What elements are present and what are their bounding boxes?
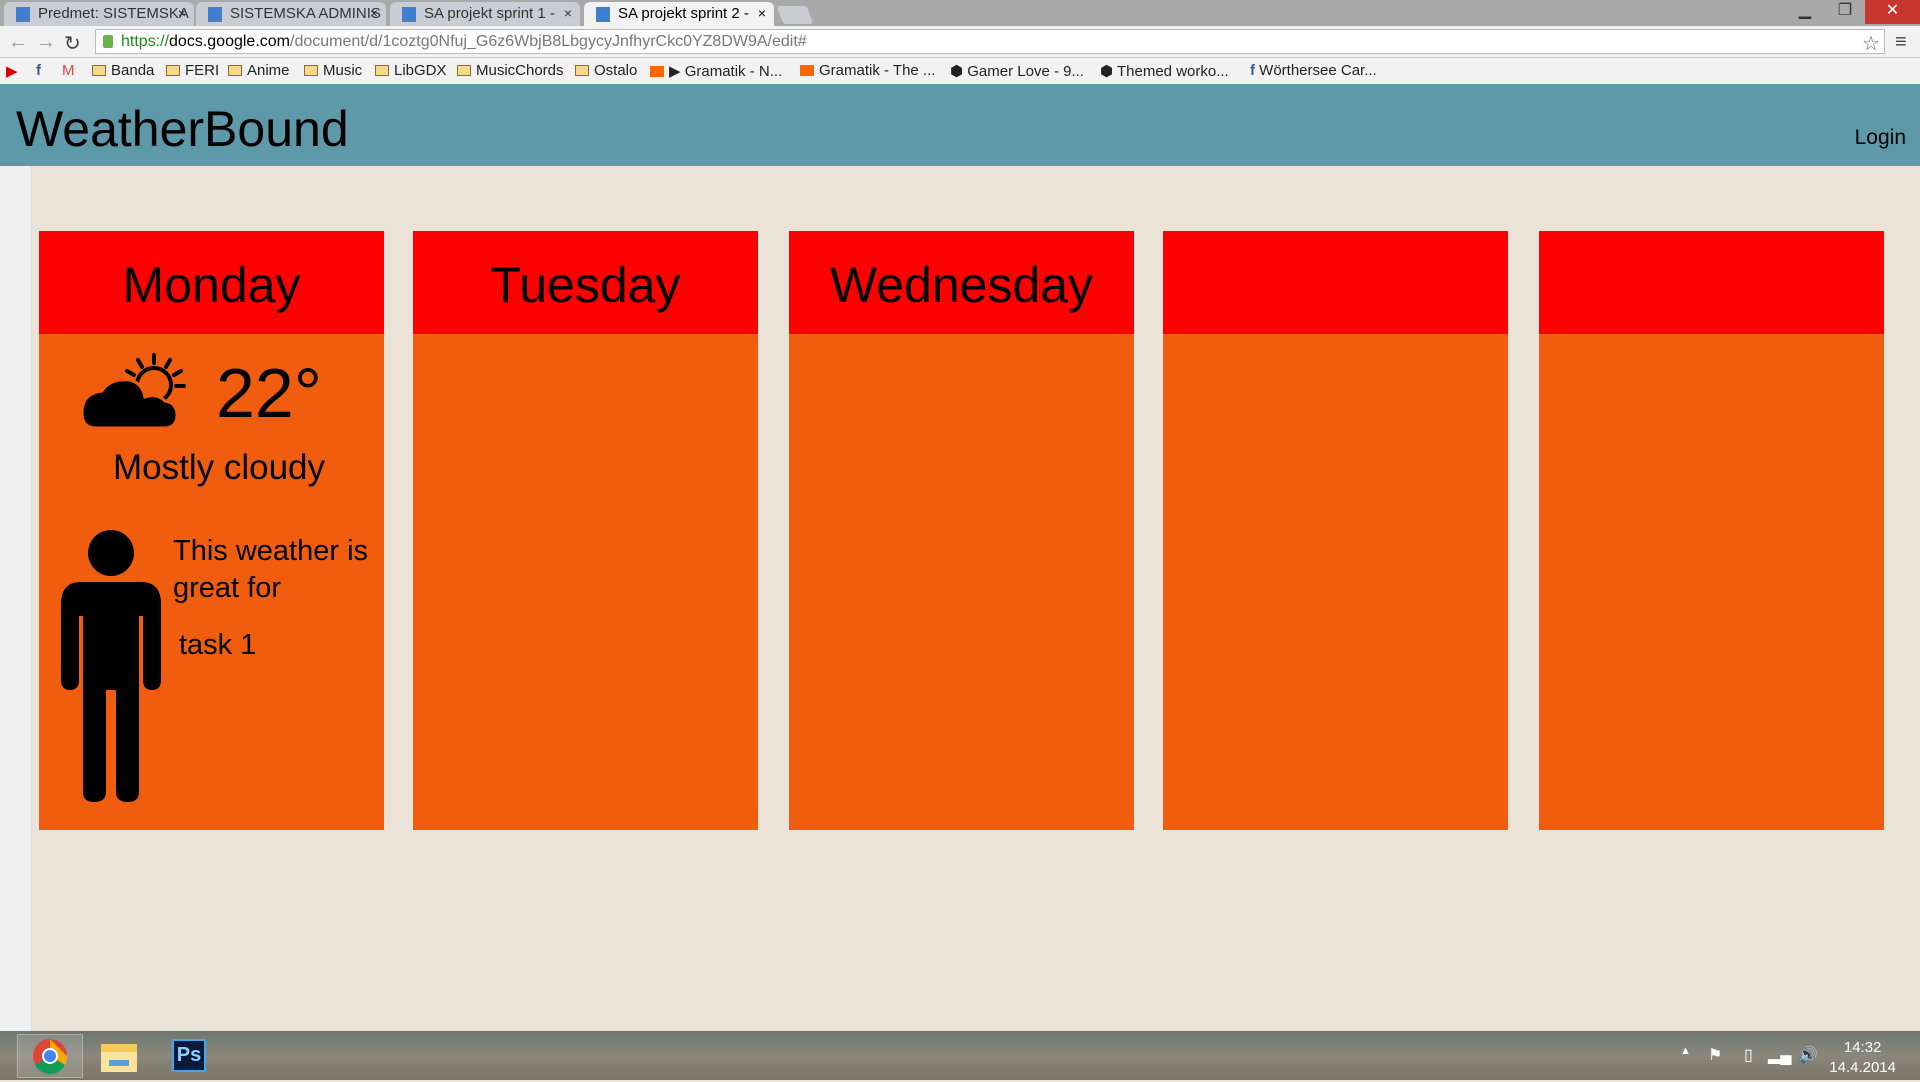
folder-icon [575,65,589,76]
reload-icon[interactable]: ↻ [64,31,81,56]
day-header: Wednesday [789,231,1134,334]
site-icon [208,7,222,22]
minimize-button[interactable]: ▁ [1785,0,1825,24]
new-tab-button[interactable] [776,6,814,24]
day-card-monday[interactable]: Monday 22° Mostly cloudy This weather is… [39,231,384,830]
docs-icon [596,7,610,22]
close-tab-icon[interactable]: × [564,5,572,21]
photoshop-icon: Ps [172,1039,206,1072]
folder-icon [375,65,389,76]
day-header: Monday [39,231,384,334]
bookmark[interactable]: LibGDX [375,62,447,79]
bookmark[interactable]: Ostalo [575,62,637,79]
docs-icon [402,7,416,22]
close-tab-icon[interactable]: × [178,5,186,21]
bookmark-icon: ⬢ [1100,63,1117,80]
restore-button[interactable]: ❐ [1825,0,1865,24]
youtube-icon[interactable]: ▶ [6,62,18,80]
bookmark[interactable]: MusicChords [457,62,564,79]
bookmarks-bar: ▶ f M Banda FERI Anime Music LibGDX Musi… [0,58,1920,84]
bookmark-icon: ⬢ [950,63,968,80]
day-header [1163,231,1508,334]
chrome-taskbar-button[interactable] [17,1034,83,1078]
flag-icon[interactable]: ⚑ [1708,1045,1722,1065]
battery-icon[interactable]: ▯ [1744,1045,1753,1065]
forward-icon[interactable]: → [36,31,56,54]
chrome-icon [33,1039,68,1074]
file-explorer-taskbar-button[interactable] [87,1034,153,1078]
site-icon [16,7,30,22]
app-title[interactable]: WeatherBound [16,100,349,158]
url-input[interactable]: https://docs.google.com/document/d/1cozt… [95,29,1885,54]
soundcloud-icon [800,65,814,76]
condition-text: Mostly cloudy [112,448,326,487]
signal-icon[interactable]: ▂▄ [1768,1045,1792,1065]
address-bar-row: ← → ↻ https://docs.google.com/document/d… [0,26,1920,58]
browser-tab[interactable]: SISTEMSKA ADMINIS × [196,2,386,26]
facebook-icon: f [1250,62,1260,79]
bookmark[interactable]: Music [304,62,362,79]
activity-tip: This weather is great for [173,535,369,604]
facebook-icon[interactable]: f [36,62,41,79]
left-gutter [0,166,32,1031]
bookmark[interactable]: FERI [166,62,219,79]
bookmark[interactable]: f Wörthersee Car... [1250,62,1377,79]
menu-icon[interactable]: ≡ [1895,31,1907,54]
day-card[interactable] [1163,231,1508,830]
show-hidden-icons[interactable]: ▲ [1680,1045,1691,1057]
day-header [1539,231,1884,334]
folder-icon [92,65,106,76]
volume-icon[interactable]: 🔊 [1798,1045,1818,1065]
day-card[interactable] [1539,231,1884,830]
folder-icon [457,65,471,76]
close-tab-icon[interactable]: × [370,5,378,21]
bookmark[interactable]: Anime [228,62,290,79]
bookmark[interactable]: Banda [92,62,154,79]
star-icon[interactable]: ☆ [1862,31,1880,56]
bookmark[interactable]: Gramatik - The ... [800,62,935,79]
close-tab-icon[interactable]: × [758,5,766,21]
day-card-wednesday[interactable]: Wednesday [789,231,1134,830]
back-icon[interactable]: ← [8,31,28,54]
temperature: 22° [216,354,322,432]
folder-icon [304,65,318,76]
close-window-button[interactable]: ✕ [1865,0,1920,24]
login-link[interactable]: Login [1855,126,1906,150]
clock[interactable]: 14:32 14.4.2014 [1829,1038,1896,1078]
browser-tab-active[interactable]: SA projekt sprint 2 - × [584,2,774,26]
partly-cloudy-icon [82,353,186,428]
bookmark[interactable]: ⬢ Gamer Love - 9... [950,62,1084,80]
browser-tabbar: Predmet: SISTEMSKA × SISTEMSKA ADMINIS × S… [0,0,1920,26]
bookmark[interactable]: ⬢ Themed worko... [1100,62,1229,80]
folder-icon [101,1044,137,1072]
gmail-icon[interactable]: M [62,62,75,79]
windows-taskbar: Ps ▲ ⚑ ▯ ▂▄ 🔊 14:32 14.4.2014 [0,1031,1920,1080]
day-card-tuesday[interactable]: Tuesday [413,231,758,830]
folder-icon [166,65,180,76]
task-item[interactable]: task 1 [179,629,256,662]
bookmark[interactable]: ▶ Gramatik - N... [650,62,782,80]
soundcloud-icon [650,66,664,77]
photoshop-taskbar-button[interactable]: Ps [157,1034,223,1078]
browser-tab[interactable]: SA projekt sprint 1 - × [390,2,580,26]
app-header: WeatherBound Login [0,84,1920,166]
person-icon [61,530,161,802]
folder-icon [228,65,242,76]
lock-icon [103,35,113,48]
browser-tab[interactable]: Predmet: SISTEMSKA × [4,2,194,26]
day-header: Tuesday [413,231,758,334]
